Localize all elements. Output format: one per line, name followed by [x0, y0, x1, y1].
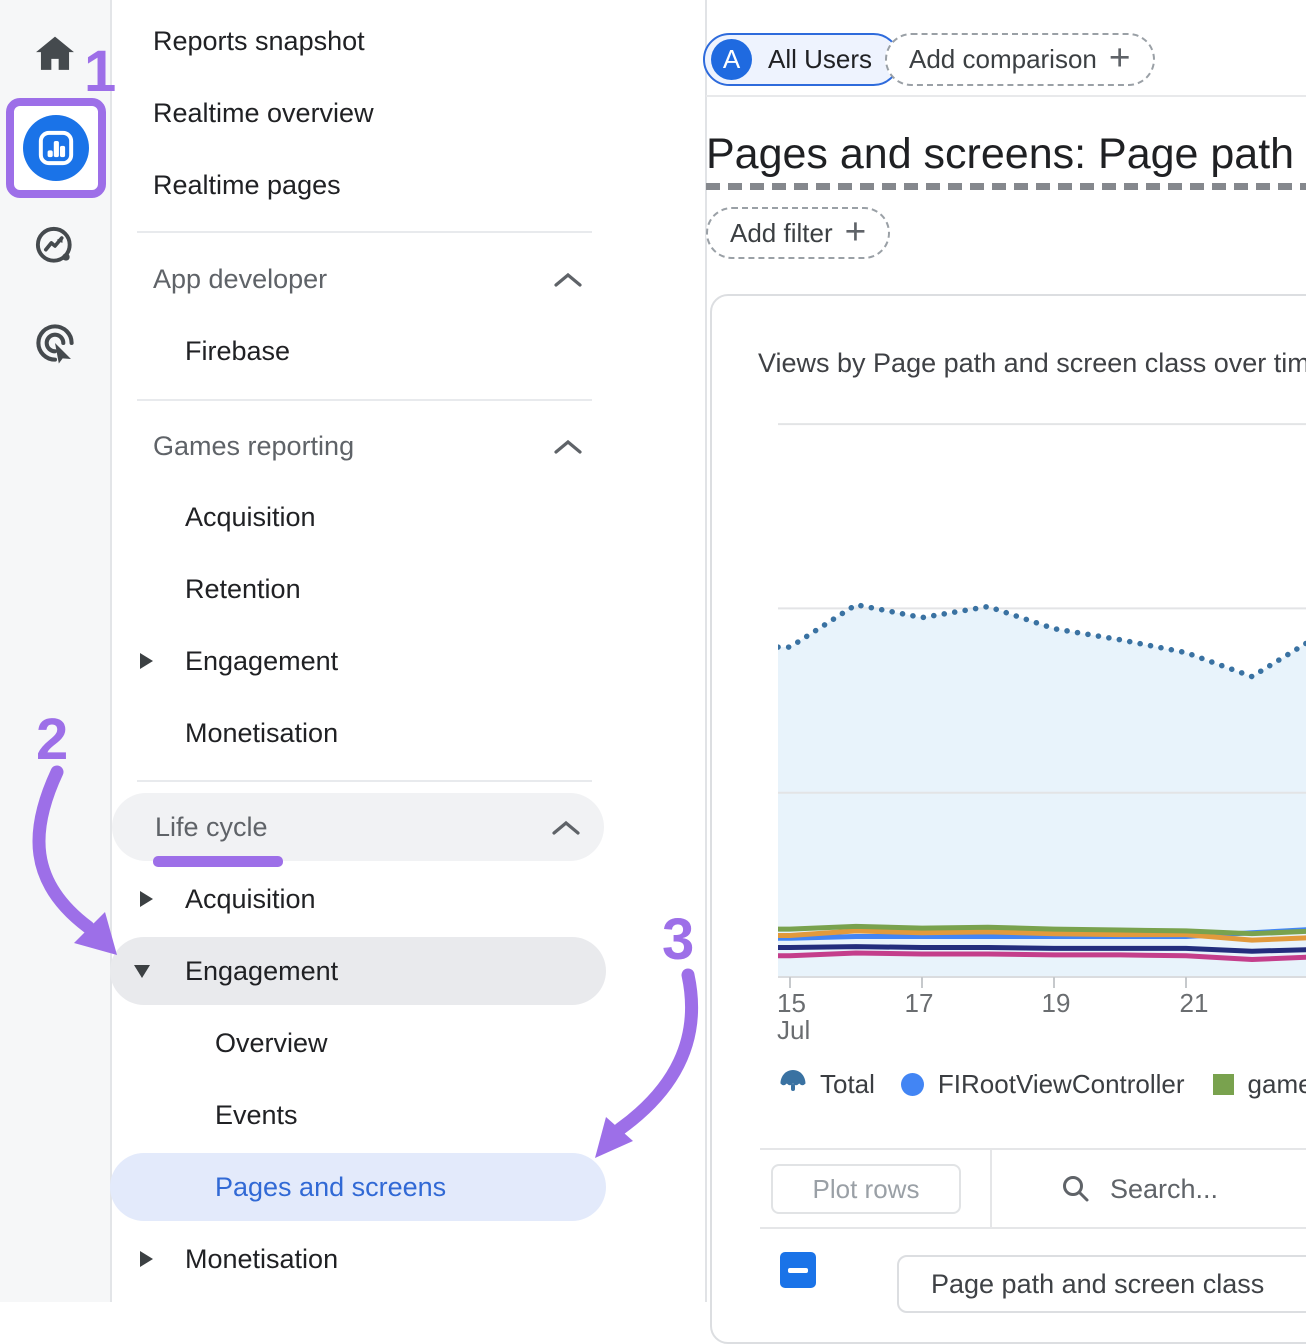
advertising-icon-glyph	[32, 320, 78, 366]
sidebar-item-engagement-games[interactable]: Engagement	[110, 627, 606, 695]
views-over-time-chart	[778, 415, 1306, 990]
toolbar-vertical-divider	[990, 1148, 992, 1229]
table-header-divider	[760, 1227, 1306, 1229]
toolbar-divider	[760, 1148, 1306, 1150]
legend-item-game-boa: game_boa	[1213, 1069, 1306, 1100]
segment-chip-label: All Users	[768, 44, 872, 75]
sidebar-item-retention[interactable]: Retention	[110, 555, 606, 623]
sidebar-item-label: Retention	[185, 574, 301, 605]
page-title-dropdown[interactable]: Pages and screens: Page path and screen …	[706, 130, 1306, 184]
header-divider	[706, 95, 1306, 97]
sidebar-item-acquisition-games[interactable]: Acquisition	[110, 483, 606, 551]
sidebar-section-label: Life cycle	[155, 812, 268, 843]
chevron-up-icon	[554, 272, 582, 287]
explore-icon[interactable]	[0, 224, 110, 268]
x-tick-label: 19	[1039, 988, 1073, 1019]
title-dashed-underline	[706, 183, 1306, 190]
sidebar-item-label: Engagement	[185, 646, 338, 677]
add-filter-button[interactable]: Add filter +	[706, 207, 890, 259]
dimension-header-dropdown[interactable]: Page path and screen class	[897, 1255, 1306, 1313]
home-icon-glyph	[33, 32, 77, 76]
minus-icon	[788, 1268, 808, 1273]
reports-nav-icon[interactable]	[23, 115, 89, 181]
annotation-step2-number: 2	[36, 706, 68, 773]
sidebar-section-app-developer[interactable]: App developer	[110, 245, 606, 313]
x-tick-label: 21	[1177, 988, 1211, 1019]
sidebar-item-label: Reports snapshot	[153, 26, 365, 57]
chart-title: Views by Page path and screen class over…	[758, 348, 1306, 379]
x-month-label: Jul	[777, 1015, 810, 1046]
sidebar-item-overview[interactable]: Overview	[110, 1009, 606, 1077]
sidebar-item-label: Acquisition	[185, 884, 316, 915]
avatar: A	[711, 39, 752, 80]
legend-label: FIRootViewController	[938, 1069, 1185, 1100]
select-all-checkbox-indeterminate[interactable]	[780, 1252, 816, 1288]
legend-item-total: Total	[778, 1068, 875, 1100]
table-search[interactable]	[1060, 1164, 1306, 1214]
sidebar-item-label: Events	[215, 1100, 298, 1131]
sidebar-item-realtime-pages[interactable]: Realtime pages	[110, 151, 606, 219]
add-comparison-button[interactable]: Add comparison +	[885, 33, 1155, 86]
sidebar-item-firebase[interactable]: Firebase	[110, 317, 606, 385]
expand-right-icon	[140, 653, 153, 669]
sidebar-main-divider	[705, 0, 707, 1302]
legend-label: game_boa	[1248, 1069, 1306, 1100]
legend-label: Total	[820, 1069, 875, 1100]
search-icon	[1060, 1173, 1092, 1205]
sidebar-section-label: App developer	[153, 264, 327, 295]
sidebar-item-monetisation-lifecycle[interactable]: Monetisation	[110, 1225, 606, 1293]
expand-down-icon	[134, 965, 150, 978]
expand-right-icon	[140, 1251, 153, 1267]
sidebar-item-realtime-overview[interactable]: Realtime overview	[110, 79, 606, 147]
sidebar-item-label: Engagement	[185, 956, 338, 987]
sidebar-item-label: Pages and screens	[215, 1172, 446, 1203]
chevron-up-icon	[552, 820, 580, 835]
sidebar-item-pages-and-screens[interactable]: Pages and screens	[110, 1153, 606, 1221]
x-tick-label: 17	[902, 988, 936, 1019]
add-comparison-label: Add comparison	[909, 44, 1097, 75]
sidebar-item-events[interactable]: Events	[110, 1081, 606, 1149]
annotation-step1-number: 1	[84, 38, 116, 105]
chart-legend: Total FIRootViewController game_boa	[778, 1064, 1306, 1104]
sidebar-item-label: Monetisation	[185, 1244, 338, 1275]
chevron-up-icon	[554, 439, 582, 454]
sidebar-divider	[137, 780, 592, 782]
annotation-step3-number: 3	[662, 906, 694, 973]
sidebar-item-reports-snapshot[interactable]: Reports snapshot	[110, 7, 606, 75]
sidebar-section-games-reporting[interactable]: Games reporting	[110, 412, 606, 480]
plot-rows-button[interactable]: Plot rows	[771, 1164, 961, 1214]
sidebar-item-label: Monetisation	[185, 718, 338, 749]
sidebar-section-label: Games reporting	[153, 431, 354, 462]
sidebar-item-monetisation-games[interactable]: Monetisation	[110, 699, 606, 767]
sidebar-item-label: Realtime overview	[153, 98, 374, 129]
segment-chip-all-users[interactable]: A All Users	[703, 33, 900, 86]
sidebar-item-label: Overview	[215, 1028, 328, 1059]
sidebar-item-acquisition-lifecycle[interactable]: Acquisition	[110, 865, 606, 933]
search-input[interactable]	[1110, 1174, 1280, 1205]
bar-chart-icon	[35, 127, 77, 169]
expand-right-icon	[140, 891, 153, 907]
sidebar-item-engagement-lifecycle[interactable]: Engagement	[110, 937, 606, 1005]
sidebar-item-label: Realtime pages	[153, 170, 341, 201]
sidebar-divider	[137, 231, 592, 233]
total-umbrella-icon	[778, 1068, 808, 1100]
explore-icon-glyph	[33, 224, 77, 268]
legend-item-firootviewcontroller: FIRootViewController	[901, 1069, 1185, 1100]
blue-circle-swatch	[901, 1073, 924, 1096]
green-square-swatch	[1213, 1074, 1234, 1095]
sidebar-item-label: Acquisition	[185, 502, 316, 533]
sidebar-item-label: Firebase	[185, 336, 290, 367]
sidebar-section-life-cycle[interactable]: Life cycle	[112, 793, 604, 861]
add-filter-label: Add filter	[730, 218, 833, 249]
sidebar-divider	[137, 399, 592, 401]
advertising-icon[interactable]	[0, 320, 110, 366]
